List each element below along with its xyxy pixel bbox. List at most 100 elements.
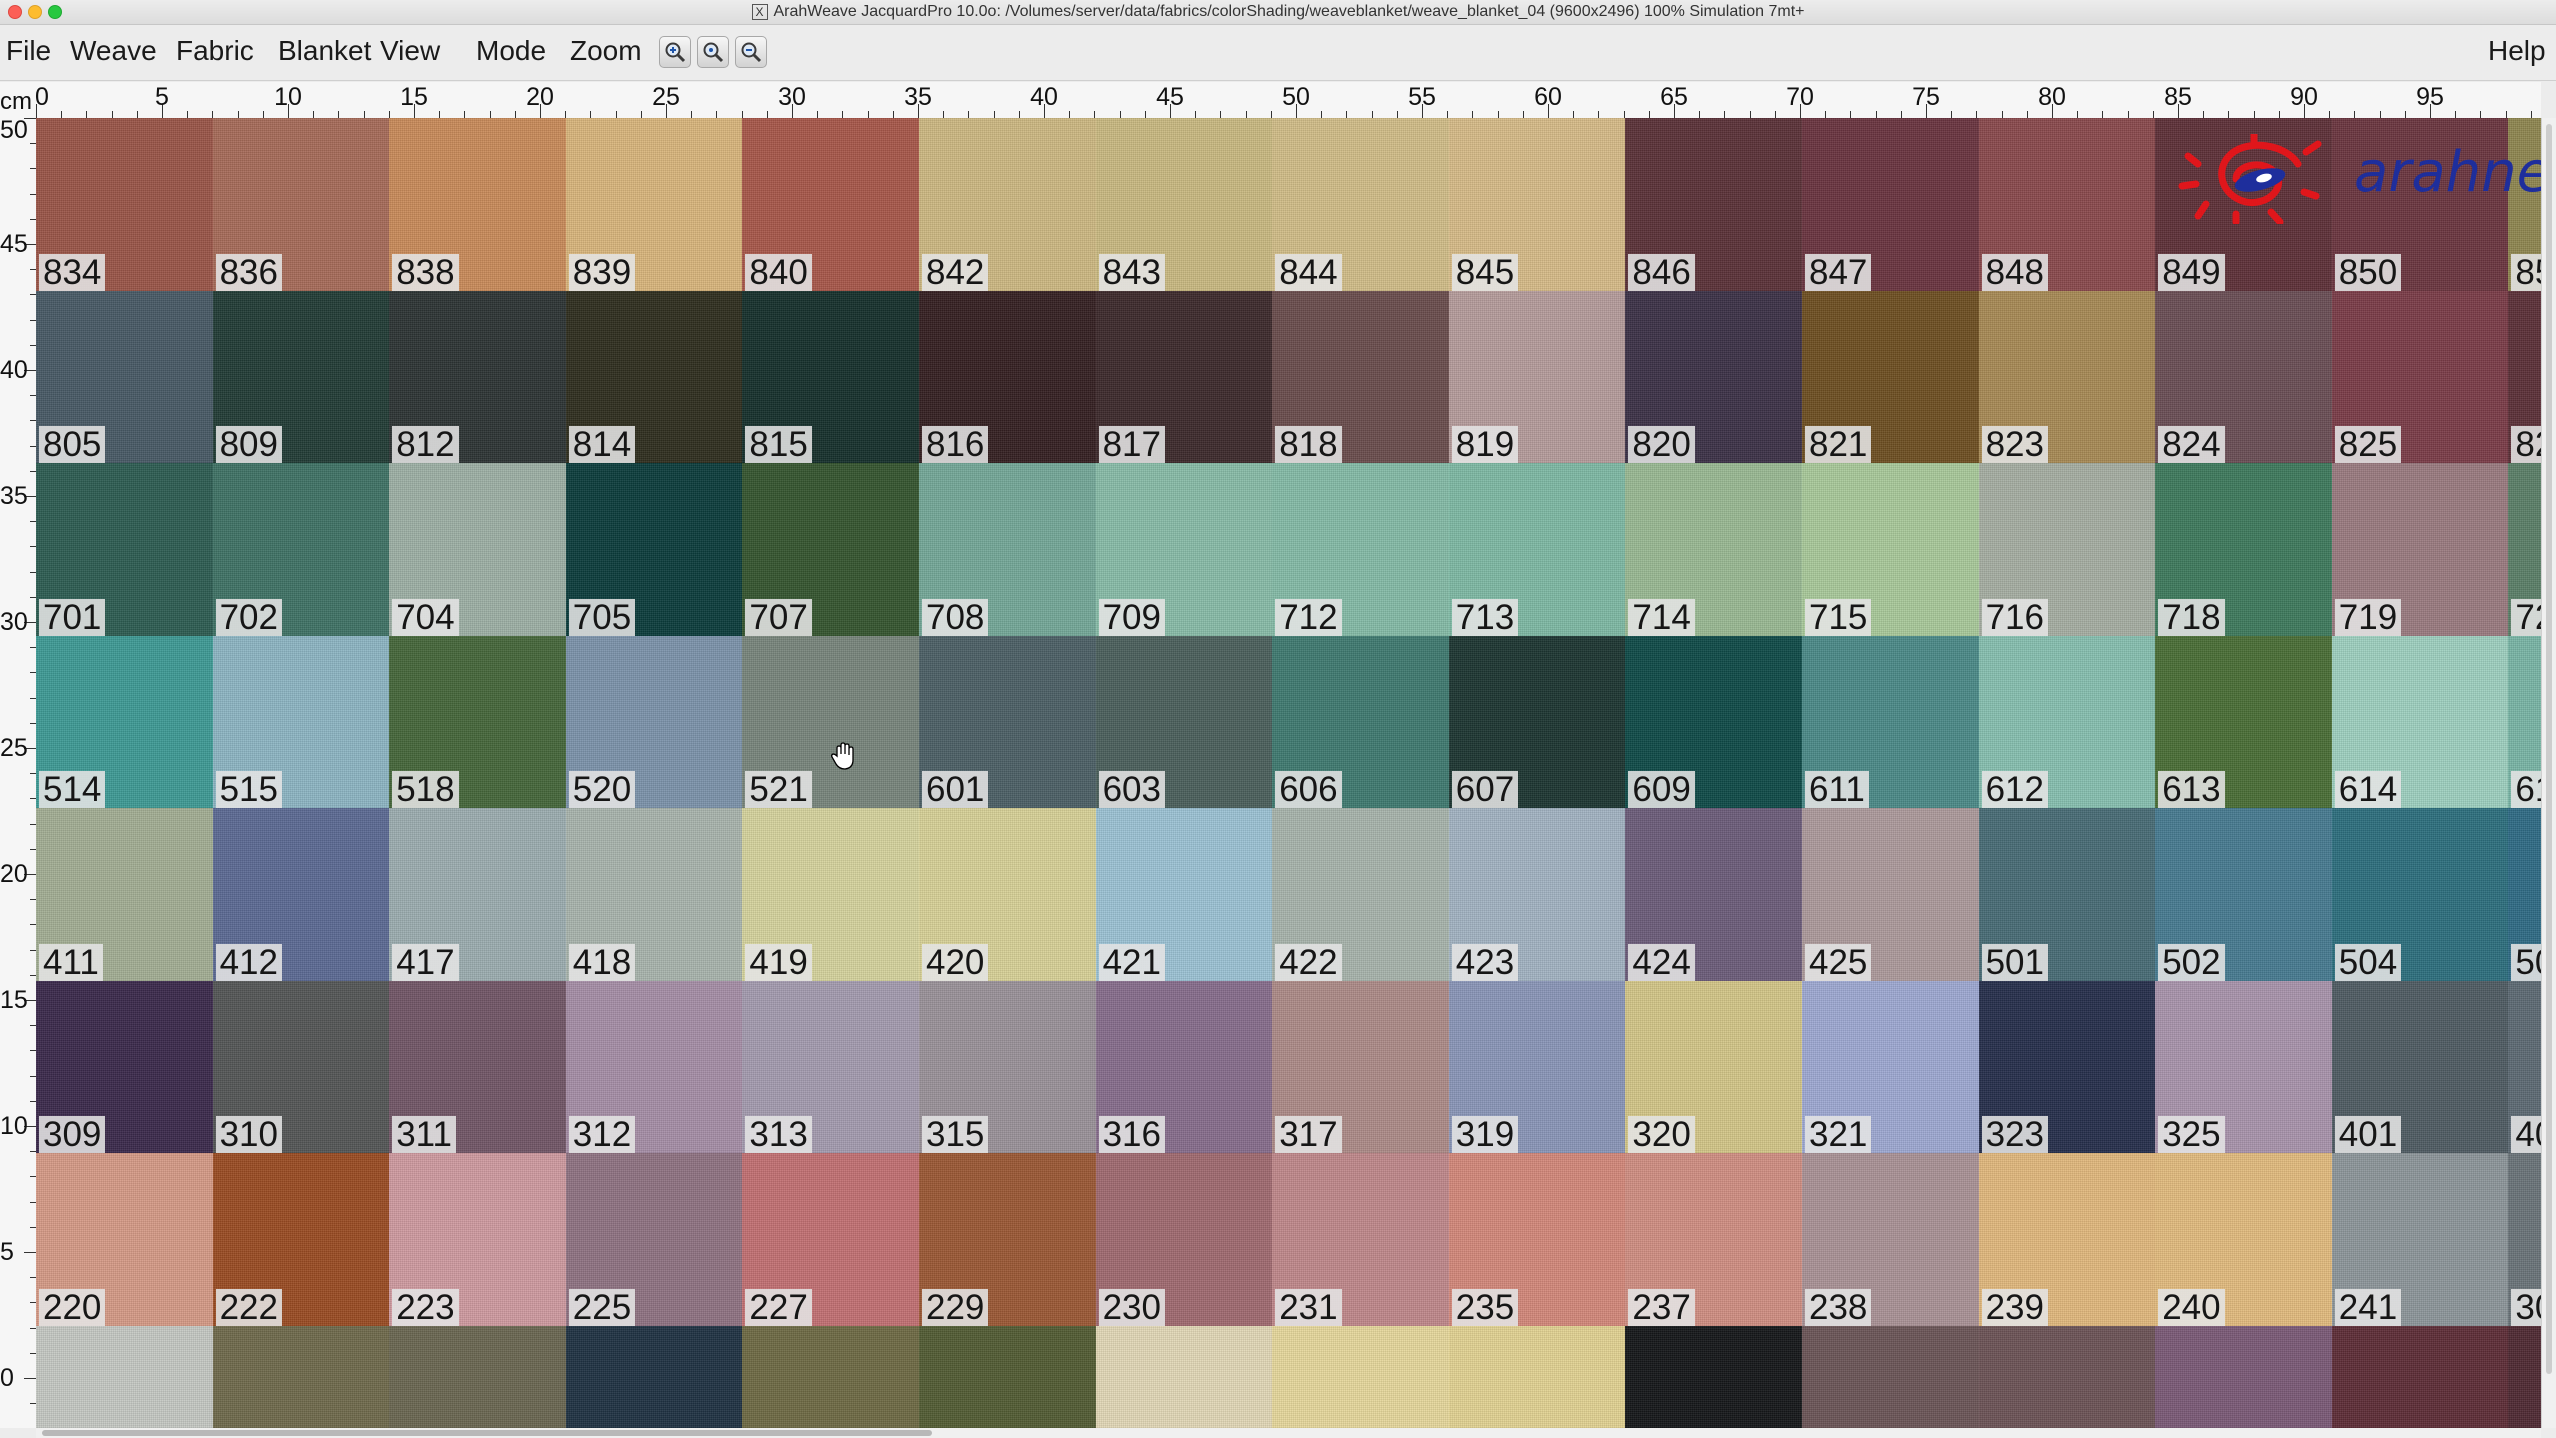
color-swatch[interactable]: 821 (1802, 290, 1980, 464)
color-swatch[interactable]: 709 (1095, 463, 1274, 637)
color-swatch[interactable]: 514 (36, 635, 214, 809)
color-swatch[interactable]: 707 (742, 463, 920, 637)
color-swatch[interactable]: 423 (1448, 808, 1627, 982)
color-swatch[interactable]: 312 (565, 980, 744, 1154)
color-swatch[interactable]: 313 (742, 980, 920, 1154)
color-swatch[interactable]: 817 (1095, 290, 1274, 464)
color-swatch[interactable]: 716 (1978, 463, 2157, 637)
color-swatch[interactable]: 225 (565, 1153, 744, 1327)
color-swatch[interactable]: 104 (565, 1325, 744, 1428)
color-swatch[interactable]: 422 (1272, 808, 1450, 982)
color-swatch[interactable]: 223 (389, 1153, 567, 1327)
color-swatch[interactable]: 420 (919, 808, 1097, 982)
horizontal-scrollbar-thumb[interactable] (42, 1430, 932, 1436)
color-swatch[interactable]: 231 (1272, 1153, 1450, 1327)
color-swatch[interactable]: 606 (1272, 635, 1450, 809)
color-swatch[interactable]: 823 (1978, 290, 2157, 464)
color-swatch[interactable]: 203 (1978, 1325, 2157, 1428)
color-swatch[interactable]: 220 (36, 1153, 214, 1327)
menu-blanket[interactable]: Blanket (278, 35, 371, 67)
color-swatch[interactable]: 615 (2508, 635, 2541, 809)
color-swatch[interactable]: 714 (1625, 463, 1803, 637)
color-swatch[interactable]: 237 (1625, 1153, 1803, 1327)
color-swatch[interactable]: 317 (1272, 980, 1450, 1154)
color-swatch[interactable]: 843 (1095, 118, 1274, 292)
blanket-canvas[interactable]: 834 836 838 839 840 842 843 844 845 846 847 848 849 8… (36, 118, 2541, 1428)
color-swatch[interactable]: 504 (2331, 808, 2510, 982)
color-swatch[interactable]: 838 (389, 118, 567, 292)
color-swatch[interactable]: 712 (1272, 463, 1450, 637)
color-swatch[interactable]: 300 (2508, 1153, 2541, 1327)
color-swatch[interactable]: 825 (2331, 290, 2510, 464)
menu-file[interactable]: File (6, 35, 51, 67)
menu-help[interactable]: Help (2488, 35, 2546, 67)
color-swatch[interactable]: 418 (565, 808, 744, 982)
color-swatch[interactable]: 239 (1978, 1153, 2157, 1327)
color-swatch[interactable]: 701 (36, 463, 214, 637)
color-swatch[interactable]: 824 (2155, 290, 2333, 464)
color-swatch[interactable]: 206 (2331, 1325, 2510, 1428)
color-swatch[interactable]: 311 (389, 980, 567, 1154)
color-swatch[interactable]: 310 (212, 980, 391, 1154)
menu-mode[interactable]: Mode (476, 35, 546, 67)
color-swatch[interactable]: 419 (742, 808, 920, 982)
color-swatch[interactable]: 101 (36, 1325, 214, 1428)
color-swatch[interactable]: 402 (2508, 980, 2541, 1154)
menu-weave[interactable]: Weave (70, 35, 157, 67)
color-swatch[interactable]: 826 (2508, 290, 2541, 464)
color-swatch[interactable]: 207 (2508, 1325, 2541, 1428)
color-swatch[interactable]: 708 (919, 463, 1097, 637)
color-swatch[interactable]: 321 (1802, 980, 1980, 1154)
color-swatch[interactable]: 846 (1625, 118, 1803, 292)
color-swatch[interactable]: 705 (565, 463, 744, 637)
color-swatch[interactable]: 847 (1802, 118, 1980, 292)
horizontal-scrollbar[interactable] (36, 1428, 2541, 1438)
color-swatch[interactable]: 424 (1625, 808, 1803, 982)
color-swatch[interactable]: 818 (1272, 290, 1450, 464)
menu-fabric[interactable]: Fabric (176, 35, 254, 67)
color-swatch[interactable]: 325 (2155, 980, 2333, 1154)
zoom-out-button[interactable] (735, 36, 767, 68)
color-swatch[interactable]: 809 (212, 290, 391, 464)
color-swatch[interactable]: 840 (742, 118, 920, 292)
color-swatch[interactable]: 116 (1095, 1325, 1274, 1428)
color-swatch[interactable]: 518 (389, 635, 567, 809)
color-swatch[interactable]: 103 (389, 1325, 567, 1428)
color-swatch[interactable]: 816 (919, 290, 1097, 464)
color-swatch[interactable]: 401 (2331, 980, 2510, 1154)
color-swatch[interactable]: 117 (1272, 1325, 1450, 1428)
color-swatch[interactable]: 814 (565, 290, 744, 464)
color-swatch[interactable]: 502 (2155, 808, 2333, 982)
color-swatch[interactable]: 819 (1448, 290, 1627, 464)
color-swatch[interactable]: 320 (1625, 980, 1803, 1154)
menu-zoom[interactable]: Zoom (570, 35, 642, 67)
color-swatch[interactable]: 815 (742, 290, 920, 464)
color-swatch[interactable]: 235 (1448, 1153, 1627, 1327)
color-swatch[interactable]: 230 (1095, 1153, 1274, 1327)
color-swatch[interactable]: 720 (2508, 463, 2541, 637)
color-swatch[interactable]: 515 (212, 635, 391, 809)
color-swatch[interactable]: 240 (2155, 1153, 2333, 1327)
color-swatch[interactable]: 102 (212, 1325, 391, 1428)
color-swatch[interactable]: 603 (1095, 635, 1274, 809)
color-swatch[interactable]: 848 (1978, 118, 2157, 292)
color-swatch[interactable]: 105 (742, 1325, 920, 1428)
color-swatch[interactable]: 316 (1095, 980, 1274, 1154)
color-swatch[interactable]: 315 (919, 980, 1097, 1154)
color-swatch[interactable]: 611 (1802, 635, 1980, 809)
color-swatch[interactable]: 238 (1802, 1153, 1980, 1327)
color-swatch[interactable]: 118 (1448, 1325, 1627, 1428)
color-swatch[interactable]: 713 (1448, 463, 1627, 637)
color-swatch[interactable]: 836 (212, 118, 391, 292)
color-swatch[interactable]: 613 (2155, 635, 2333, 809)
color-swatch[interactable]: 609 (1625, 635, 1803, 809)
color-swatch[interactable]: 229 (919, 1153, 1097, 1327)
color-swatch[interactable]: 614 (2331, 635, 2510, 809)
color-swatch[interactable]: 607 (1448, 635, 1627, 809)
vertical-scrollbar-thumb[interactable] (2546, 124, 2552, 1374)
color-swatch[interactable]: 421 (1095, 808, 1274, 982)
color-swatch[interactable]: 521 (742, 635, 920, 809)
color-swatch[interactable]: 501 (1978, 808, 2157, 982)
color-swatch[interactable]: 227 (742, 1153, 920, 1327)
color-swatch[interactable]: 715 (1802, 463, 1980, 637)
